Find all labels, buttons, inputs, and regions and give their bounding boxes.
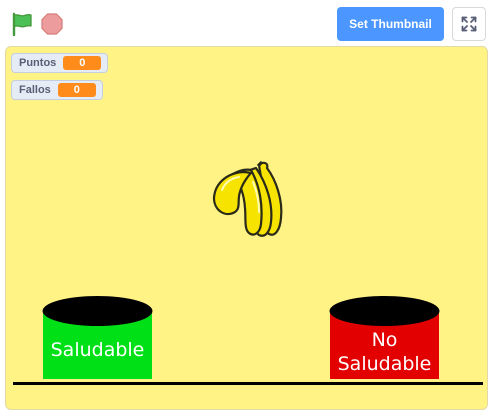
bin-label-line: Saludable [337,353,432,375]
stage-header: Set Thumbnail [0,0,494,45]
monitor-puntos[interactable]: Puntos 0 [11,53,109,73]
bin-label: No Saludable [330,328,439,376]
bin-label-text: Saludable [50,339,145,361]
fullscreen-icon [461,16,477,32]
bin-label: Saludable [43,338,152,362]
fullscreen-button[interactable] [452,7,486,41]
banana-sprite[interactable] [205,160,293,240]
banana-bunch-icon [212,160,283,237]
monitor-value: 0 [57,83,96,97]
bin-label-line: No [371,329,398,351]
monitor-value: 0 [63,56,102,70]
green-flag-icon[interactable] [10,12,34,36]
bin-saludable[interactable] [41,295,154,379]
set-thumbnail-button[interactable]: Set Thumbnail [337,7,444,41]
floor-line [13,382,483,385]
monitor-label: Puntos [19,57,57,69]
monitor-label: Fallos [19,84,51,96]
monitor-fallos[interactable]: Fallos 0 [11,80,103,100]
stage-canvas[interactable]: Puntos 0 Fallos 0 Saludable No Saludable [5,46,488,410]
stop-sign-icon[interactable] [41,13,63,35]
